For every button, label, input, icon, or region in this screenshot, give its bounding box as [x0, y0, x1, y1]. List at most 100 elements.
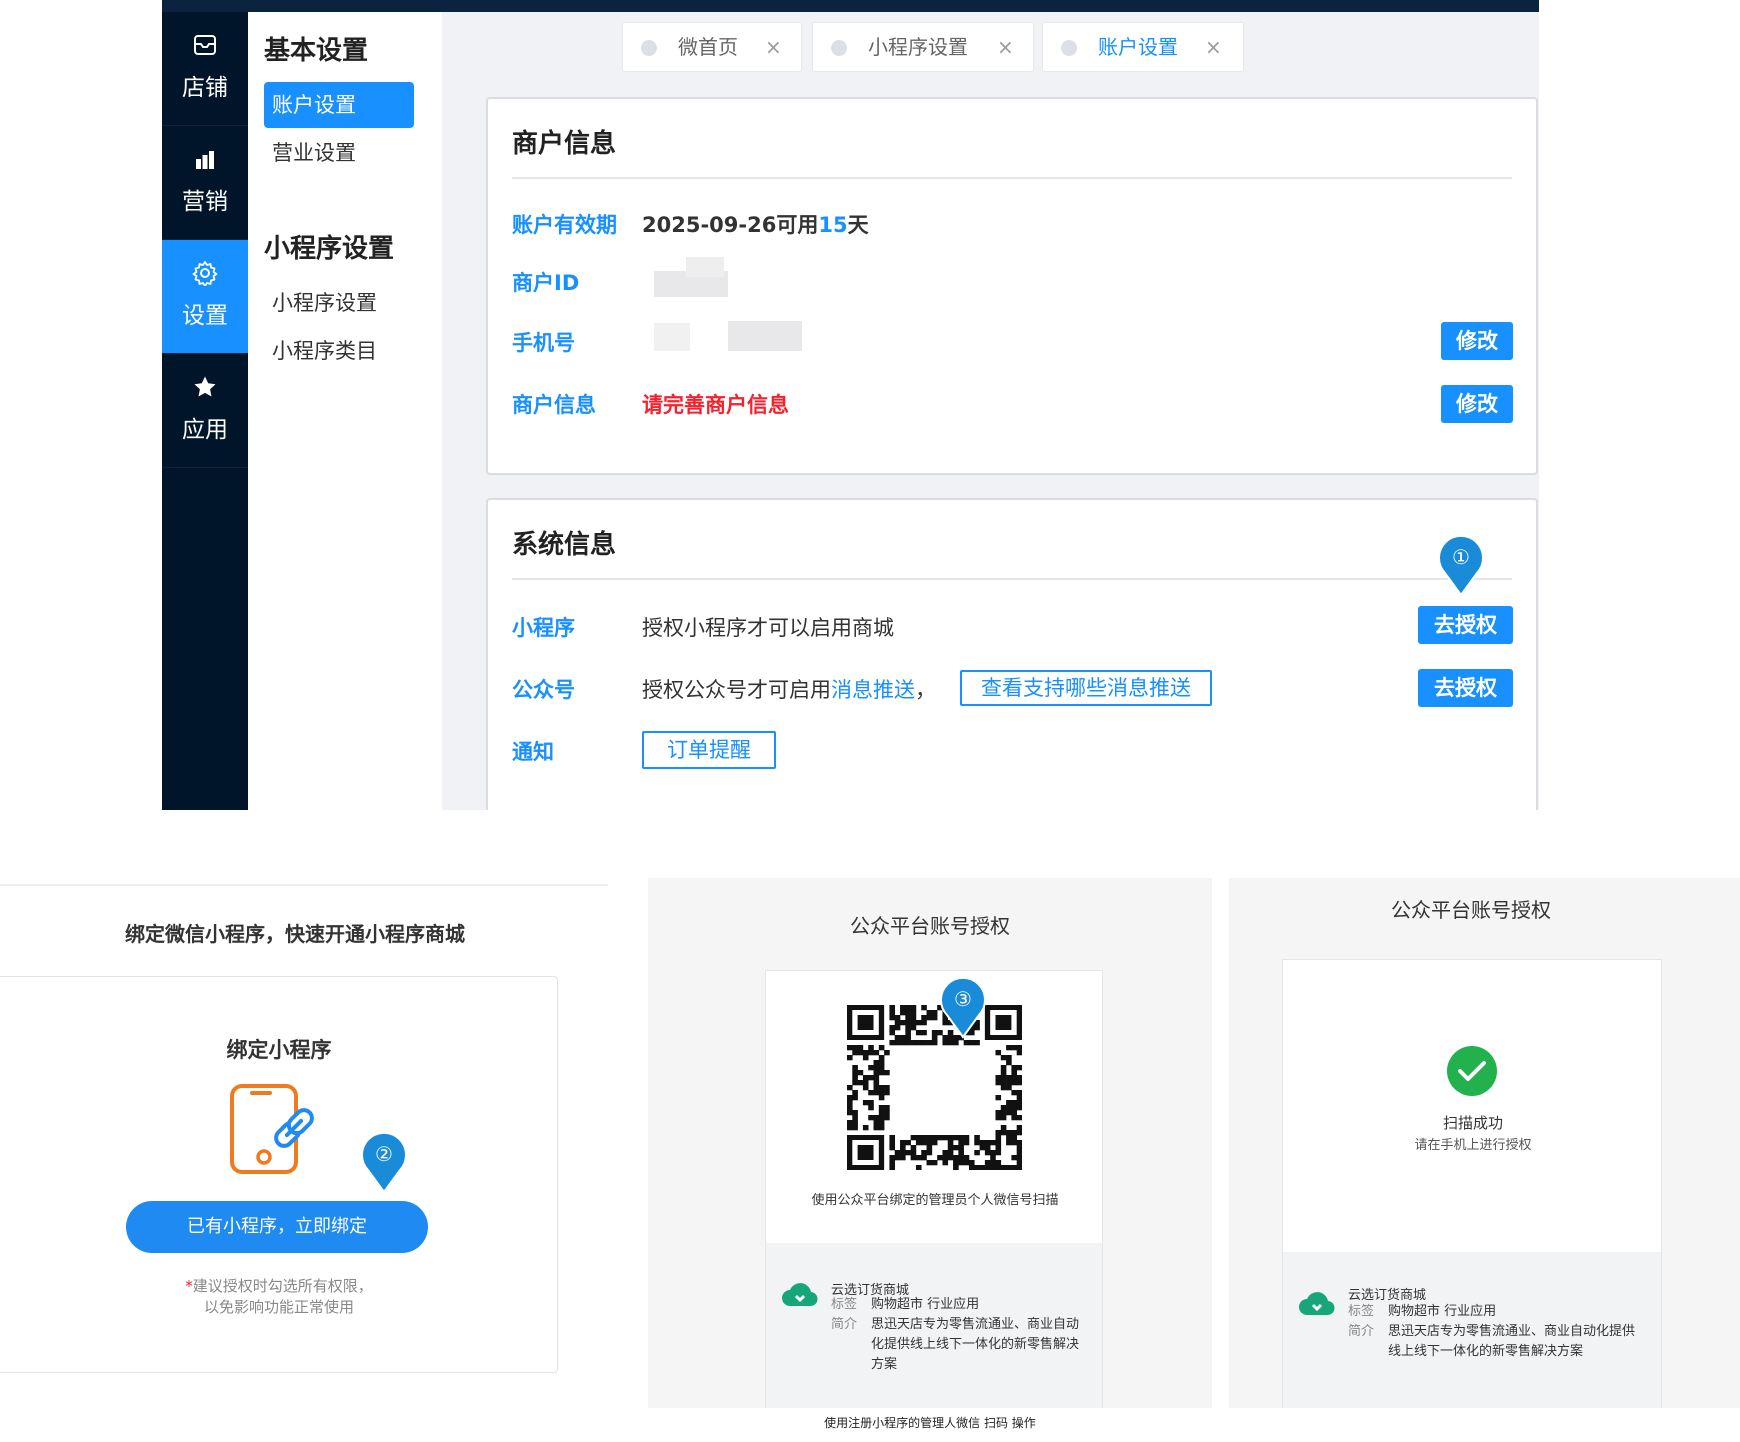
- app-tags: 标签 购物超市 行业应用: [831, 1295, 979, 1315]
- note-text: 建议授权时勾选所有权限，: [192, 1277, 373, 1295]
- tag-value: 购物超市 行业应用: [1388, 1304, 1497, 1319]
- nav-item-settings[interactable]: 设置: [162, 240, 248, 354]
- miniprogram-label: 小程序: [512, 616, 575, 640]
- bind-heading: 绑定微信小程序，快速开通小程序商城: [125, 922, 465, 946]
- system-info-card: 系统信息 小程序 授权小程序才可以启用商城 去授权 公众号 授权公众号才可启用消…: [486, 498, 1538, 810]
- official-account-text: 授权公众号才可启用消息推送，: [642, 674, 936, 704]
- order-reminder-button[interactable]: 订单提醒: [642, 731, 776, 769]
- divider: [512, 578, 1512, 580]
- merchant-id-label: 商户ID: [512, 271, 580, 295]
- tab-label: 小程序设置: [868, 35, 968, 59]
- tab-bar: 微首页 × 小程序设置 × 账户设置 ×: [442, 12, 1539, 82]
- subnav-item-business[interactable]: 营业设置: [264, 130, 414, 176]
- sub-sidebar: 基本设置 账户设置 营业设置 小程序设置 小程序设置 小程序类目: [248, 12, 442, 810]
- bind-card-title: 绑定小程序: [226, 1038, 332, 1062]
- nav-label: 设置: [182, 303, 228, 329]
- cloud-icon: [1297, 1288, 1337, 1322]
- qr-card: 使用公众平台绑定的管理员个人微信号扫描 云选订货商城 标签 购物超市 行业应用 简…: [765, 970, 1103, 1408]
- marker-number: ②: [375, 1142, 393, 1166]
- divider: [512, 177, 1512, 179]
- tab-dot: [831, 40, 847, 56]
- bind-note-line2: 以免影响功能正常使用: [203, 1298, 354, 1316]
- merchant-info-card: 商户信息 账户有效期 2025-09-26可用15天 商户ID 手机号 修改 商…: [486, 97, 1538, 475]
- tab-label: 账户设置: [1098, 35, 1178, 59]
- nav-label: 店铺: [182, 75, 228, 101]
- phone-blurred: [728, 321, 802, 351]
- scan-success-panel: 公众平台账号授权 扫描成功 请在手机上进行授权 云选订货商城 标签 购物超市 行业…: [1229, 878, 1740, 1408]
- caption: 使用注册小程序的管理人微信 扫码 操作: [824, 1416, 1036, 1430]
- step-marker-3: ③: [939, 976, 987, 1039]
- tag-value: 购物超市 行业应用: [871, 1297, 980, 1312]
- nav-item-marketing[interactable]: 营销: [162, 126, 248, 240]
- nav-item-apps[interactable]: 应用: [162, 354, 248, 468]
- phone-blurred: [654, 323, 690, 351]
- subnav-group-miniprogram: 小程序设置: [264, 234, 395, 264]
- desc-key: 简介: [831, 1317, 858, 1332]
- tab-miniprogram-settings[interactable]: 小程序设置 ×: [812, 22, 1034, 72]
- app-description: 思迅天店专为零售流通业、商业自动化提供线上线下一体化的新零售解决方案: [871, 1317, 1080, 1372]
- card-title: 商户信息: [512, 129, 617, 159]
- qr-auth-panel: 公众平台账号授权 使用公众平台绑定的管理员个人微信号扫描 云选订货商城 标签 购物…: [648, 878, 1212, 1408]
- qr-hint: 使用公众平台绑定的管理员个人微信号扫描: [811, 1193, 1059, 1208]
- app-tags: 标签 购物超市 行业应用: [1348, 1302, 1496, 1322]
- scan-success-subtext: 请在手机上进行授权: [1414, 1138, 1532, 1153]
- star-icon: [162, 374, 248, 400]
- subnav-group-basic: 基本设置: [264, 36, 369, 66]
- app-description: 思迅天店专为零售流通业、商业自动化提供线上线下一体化的新零售解决方案: [1388, 1324, 1636, 1359]
- bar-chart-icon: [162, 146, 248, 172]
- qr-panel-title: 公众平台账号授权: [850, 914, 1010, 938]
- merchant-info-warning[interactable]: 请完善商户信息: [642, 389, 789, 419]
- miniprogram-text: 授权小程序才可以启用商城: [642, 616, 894, 640]
- oa-comma: ，: [915, 678, 936, 702]
- close-icon[interactable]: ×: [1205, 34, 1222, 60]
- bind-note-line1: *建议授权时勾选所有权限，: [0, 1275, 558, 1296]
- official-account-label: 公众号: [512, 678, 575, 702]
- app-desc-key: 简介: [831, 1315, 871, 1335]
- cloud-icon: [780, 1279, 820, 1313]
- subnav-item-miniprogram-settings[interactable]: 小程序设置: [264, 280, 414, 326]
- view-push-types-button[interactable]: 查看支持哪些消息推送: [960, 670, 1212, 706]
- marker-number: ①: [1452, 545, 1470, 569]
- tab-home[interactable]: 微首页 ×: [622, 22, 802, 72]
- edit-merchant-button[interactable]: 修改: [1441, 385, 1513, 423]
- close-icon[interactable]: ×: [765, 34, 782, 60]
- app-name: 云选订货商城: [1348, 1288, 1427, 1303]
- validity-days: 15: [818, 213, 848, 237]
- app-desc-key: 简介: [1348, 1322, 1388, 1342]
- nav-item-store[interactable]: 店铺: [162, 12, 248, 126]
- bind-now-button[interactable]: 已有小程序，立即绑定: [126, 1201, 428, 1253]
- phone-label: 手机号: [512, 331, 575, 355]
- qr-code: [847, 1005, 1023, 1171]
- desc-key: 简介: [1348, 1324, 1375, 1339]
- store-icon: [162, 32, 248, 58]
- notice-label: 通知: [512, 740, 554, 764]
- authorize-miniprogram-button[interactable]: 去授权: [1418, 606, 1513, 644]
- oa-text: 授权公众号才可启用: [642, 678, 831, 702]
- required-star: *: [185, 1277, 193, 1295]
- app-info: 云选订货商城 标签 购物超市 行业应用 简介 思迅天店专为零售流通业、商业自动化提…: [766, 1243, 1102, 1408]
- merchant-info-label: 商户信息: [512, 393, 596, 417]
- check-circle-icon: [1447, 1046, 1497, 1100]
- step-marker-2: ②: [360, 1131, 408, 1194]
- tag-key: 标签: [1348, 1304, 1375, 1319]
- tab-label: 微首页: [678, 35, 738, 59]
- authorize-official-account-button[interactable]: 去授权: [1418, 669, 1513, 707]
- step-marker-1: ①: [1437, 534, 1485, 597]
- tab-dot: [1061, 40, 1077, 56]
- close-icon[interactable]: ×: [997, 34, 1014, 60]
- validity-value: 2025-09-26可用15天: [642, 209, 869, 239]
- tab-account-settings[interactable]: 账户设置 ×: [1042, 22, 1244, 72]
- message-push-link[interactable]: 消息推送: [831, 678, 915, 702]
- edit-phone-button[interactable]: 修改: [1441, 322, 1513, 360]
- tab-dot: [641, 40, 657, 56]
- app-info: 云选订货商城 标签 购物超市 行业应用 简介 思迅天店专为零售流通业、商业自动化提…: [1283, 1252, 1661, 1408]
- validity-unit: 天: [847, 213, 869, 237]
- main-sidebar: 店铺 营销 设置 应用: [162, 12, 248, 810]
- validity-date: 2025-09-26可用: [642, 213, 819, 237]
- subnav-item-account[interactable]: 账户设置: [264, 82, 414, 128]
- divider: [0, 884, 608, 886]
- bind-miniprogram-panel: 绑定微信小程序，快速开通小程序商城 绑定小程序 已有小程序，立即绑定 *建议授权…: [0, 880, 608, 1420]
- phone-link-icon: [228, 1082, 328, 1178]
- admin-window: 店铺 营销 设置 应用 基本设置 账户设置 营业设置 小程序设置 小程序设置 小…: [162, 0, 1539, 810]
- subnav-item-miniprogram-category[interactable]: 小程序类目: [264, 328, 414, 374]
